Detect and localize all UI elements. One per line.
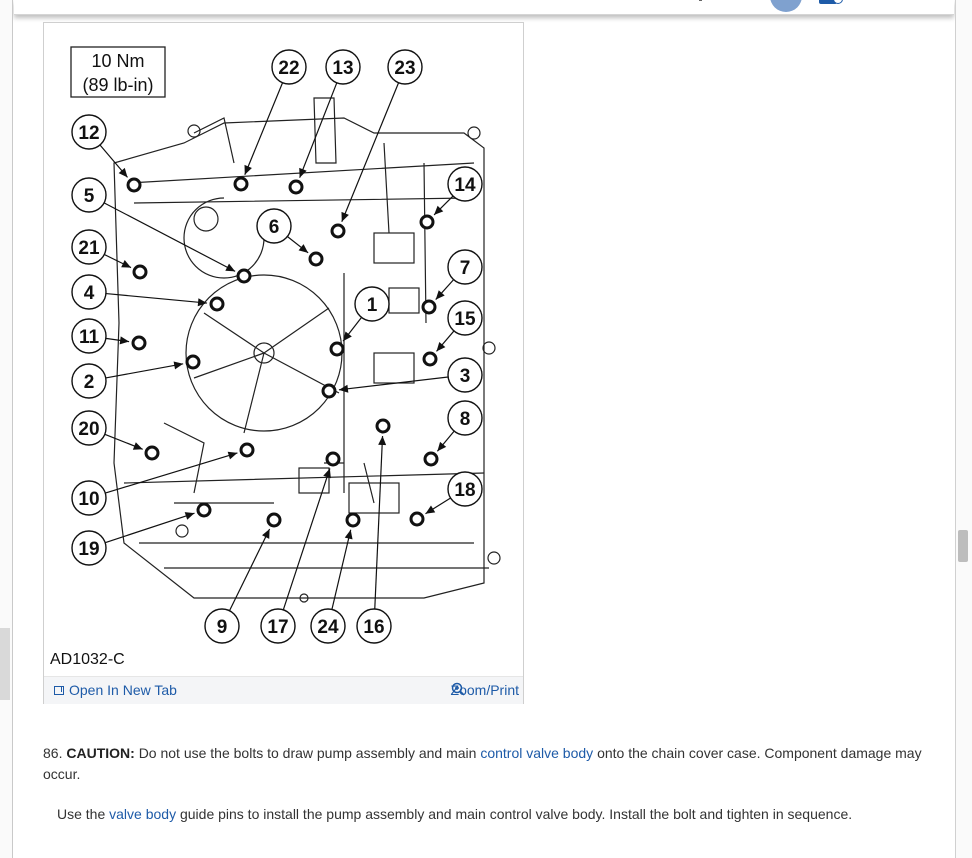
leader-arrowhead xyxy=(378,435,387,446)
leader-line xyxy=(341,82,400,222)
step-86: 86. CAUTION: Do not use the bolts to dra… xyxy=(43,743,943,785)
leader-line xyxy=(104,512,195,544)
leader-arrowhead xyxy=(173,361,184,370)
callout-number: 11 xyxy=(79,327,100,348)
instruction-text-start: Use the xyxy=(57,806,106,822)
bolt-marker xyxy=(233,176,249,192)
callout-number: 15 xyxy=(454,309,476,330)
open-in-new-tab-label: Open In New Tab xyxy=(69,682,177,698)
leader-arrowhead xyxy=(132,442,143,450)
callout-number: 14 xyxy=(454,175,476,196)
callout-number: 16 xyxy=(363,617,384,638)
callout-number: 6 xyxy=(269,217,280,238)
leader-arrowhead xyxy=(227,451,238,460)
leader-line xyxy=(103,202,236,272)
leader-arrowhead xyxy=(298,244,309,253)
leader-arrowhead xyxy=(344,529,353,540)
leader-line xyxy=(282,468,331,611)
callout-number: 9 xyxy=(217,617,228,638)
leader-line xyxy=(244,82,284,175)
callout-number: 23 xyxy=(394,58,415,79)
callout-number: 12 xyxy=(78,123,99,144)
bolt-marker xyxy=(266,512,282,528)
leader-arrowhead xyxy=(425,505,436,514)
bolt-marker xyxy=(330,223,346,239)
callout-number: 2 xyxy=(84,372,95,393)
step-number: 86. xyxy=(43,745,63,761)
callout-number: 24 xyxy=(317,617,339,638)
bolt-marker xyxy=(308,251,324,267)
callout-number: 7 xyxy=(460,258,471,279)
bolt-marker xyxy=(409,511,425,527)
valve-body-diagram: 10 Nm (89 lb-in) 22 13 231214562174115112 3… xyxy=(70,46,501,644)
left-panel-edge xyxy=(0,0,13,858)
bolt-marker xyxy=(196,502,212,518)
callout-number: 8 xyxy=(460,409,471,430)
bolt-marker xyxy=(236,268,252,284)
leader-arrowhead xyxy=(437,441,447,452)
callout-number: 1 xyxy=(367,295,378,316)
bolt-marker xyxy=(239,442,255,458)
bolt-marker xyxy=(126,177,142,193)
leader-arrowhead xyxy=(184,512,195,520)
bolt-marker xyxy=(419,214,435,230)
bolt-marker xyxy=(185,354,201,370)
bolt-marker xyxy=(144,445,160,461)
leader-line xyxy=(374,435,384,610)
bolt-marker xyxy=(132,264,148,280)
figure-toolbar: Open In New Tab Zoom/Print xyxy=(44,676,523,704)
callout-number: 18 xyxy=(454,480,475,501)
top-toolbar xyxy=(14,0,954,15)
bolt-marker xyxy=(345,512,361,528)
callout-number: 4 xyxy=(84,283,95,304)
bolt-marker xyxy=(329,341,345,357)
bolt-marker xyxy=(131,335,147,351)
bolt-marker xyxy=(321,383,337,399)
callout-number: 19 xyxy=(78,539,99,560)
caution-text: Do not use the bolts to draw pump assemb… xyxy=(138,745,477,761)
scrollbar-thumb[interactable] xyxy=(958,530,968,562)
menu-dot xyxy=(699,0,702,1)
torque-value-lbin: (89 lb-in) xyxy=(82,75,153,95)
valve-body-link[interactable]: valve body xyxy=(109,806,176,822)
caution-label: CAUTION: xyxy=(66,745,135,761)
leader-arrowhead xyxy=(119,336,130,345)
avatar[interactable] xyxy=(770,0,802,12)
panel-resize-handle[interactable] xyxy=(0,628,10,700)
open-in-new-tab-link[interactable]: Open In New Tab xyxy=(54,682,177,698)
external-link-icon xyxy=(54,685,64,695)
bolt-marker xyxy=(375,418,391,434)
install-instruction: Use the valve body guide pins to install… xyxy=(57,804,937,825)
instruction-text-end: guide pins to install the pump assembly … xyxy=(179,806,853,822)
leader-line xyxy=(105,292,208,304)
callout-number: 10 xyxy=(78,489,99,510)
callout-number: 13 xyxy=(332,58,353,79)
notification-icon[interactable] xyxy=(819,0,843,4)
callout-number: 22 xyxy=(278,58,299,79)
callout-number: 17 xyxy=(267,617,288,638)
callout-number: 3 xyxy=(460,366,471,387)
diagram-figure: 10 Nm (89 lb-in) 22 13 23 12 14 5 6 21 7 4 1 15 11 2 3… xyxy=(43,22,524,704)
leader-line xyxy=(105,452,238,494)
vertical-scrollbar[interactable] xyxy=(955,0,972,858)
bolt-marker xyxy=(209,296,225,312)
callout-number: 21 xyxy=(78,238,100,259)
control-valve-body-link[interactable]: control valve body xyxy=(480,745,593,761)
bolt-marker xyxy=(421,299,437,315)
leader-line xyxy=(338,376,449,391)
bolt-marker xyxy=(325,451,341,467)
zoom-icon xyxy=(451,682,465,696)
leader-arrowhead xyxy=(323,468,331,479)
callout-number: 5 xyxy=(84,186,95,207)
bolt-marker xyxy=(422,351,438,367)
torque-value-nm: 10 Nm xyxy=(91,51,144,71)
callout-number: 20 xyxy=(78,419,99,440)
zoom-print-link[interactable]: Zoom/Print xyxy=(451,682,519,698)
bolt-marker xyxy=(423,451,439,467)
figure-id: AD1032-C xyxy=(50,651,125,668)
bolt-marker xyxy=(288,179,304,195)
